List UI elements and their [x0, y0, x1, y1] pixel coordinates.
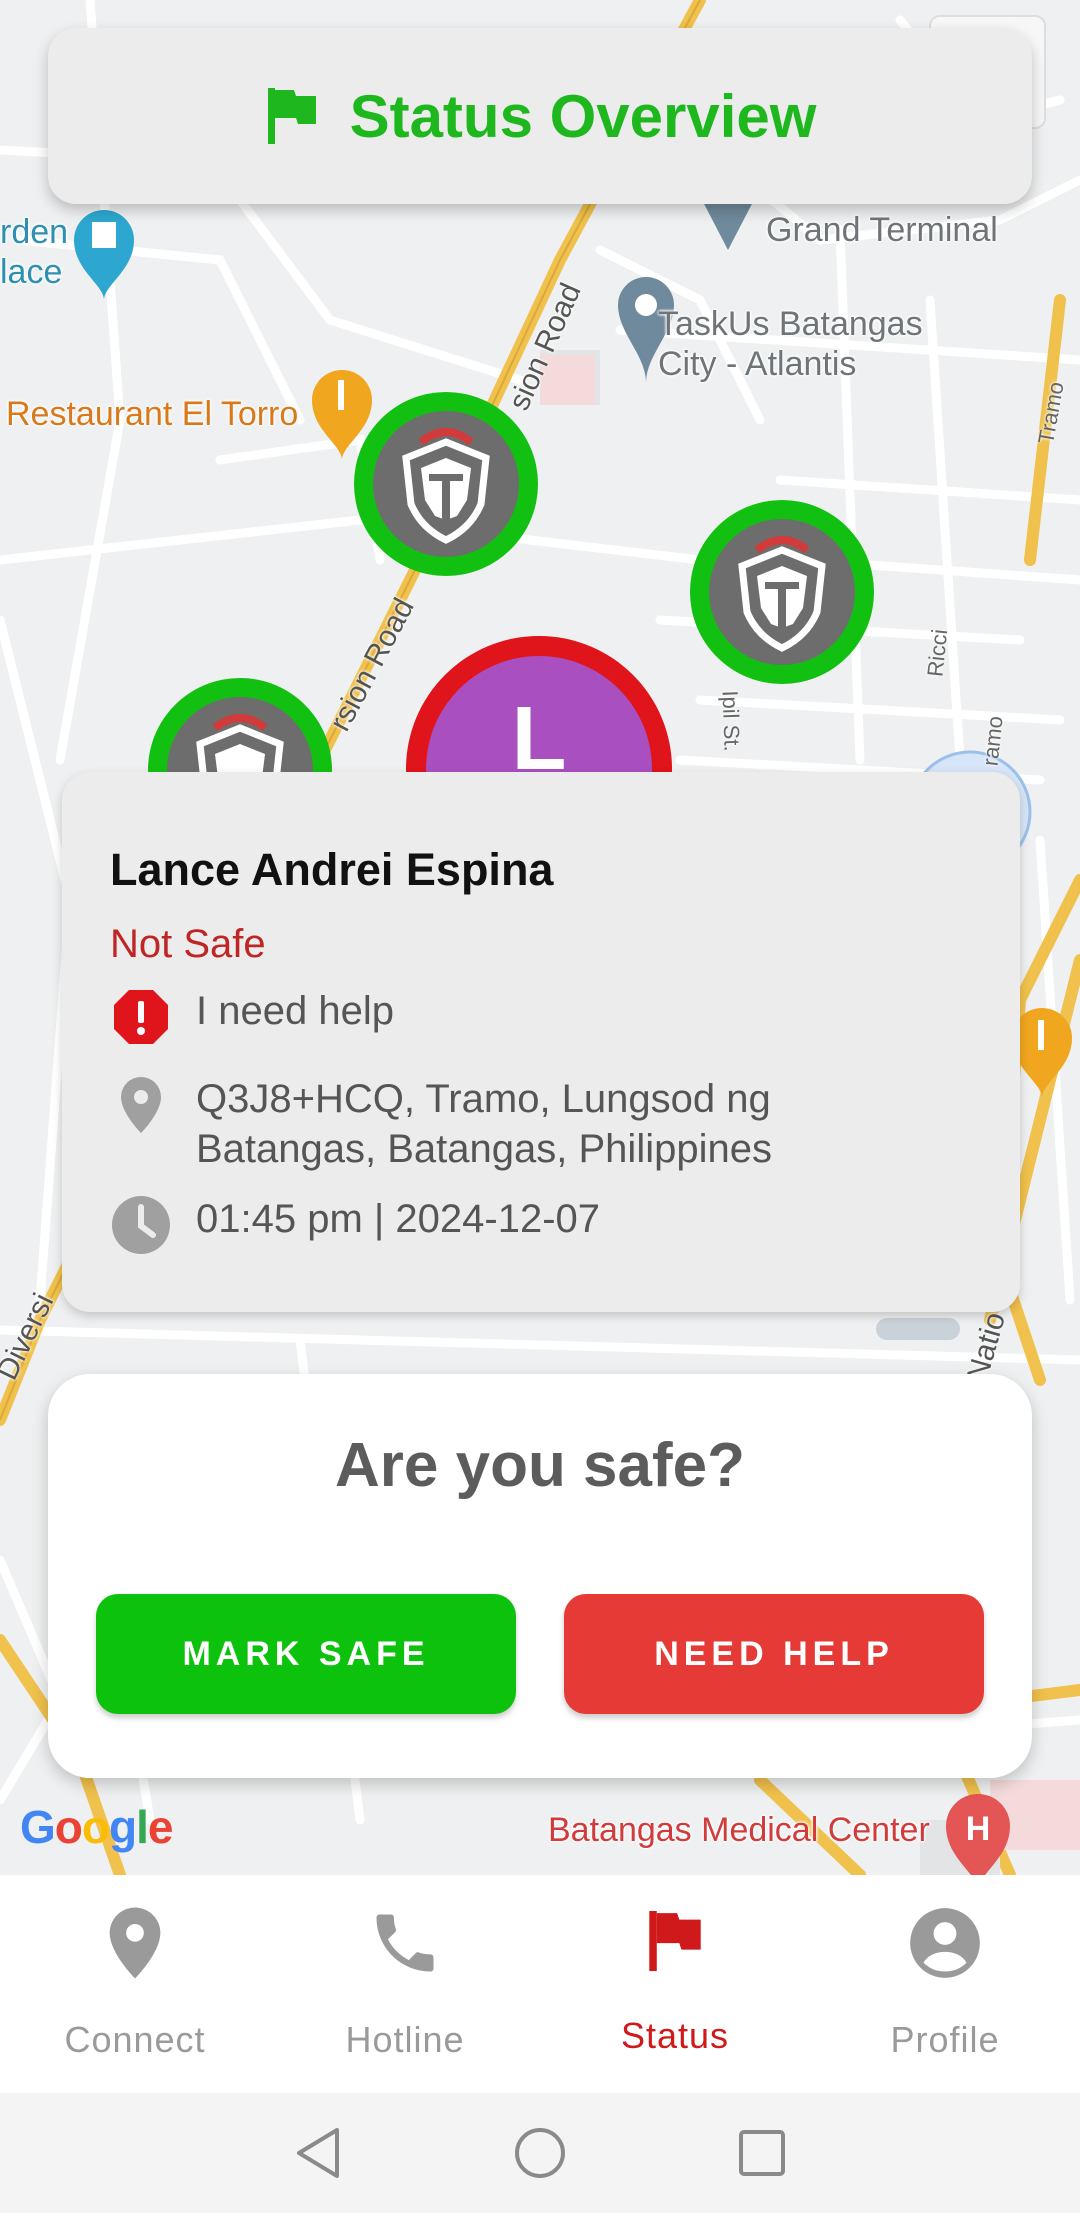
- road-label-ipil: Ipil St.: [717, 689, 745, 752]
- road-label-ricci: Ricci: [922, 627, 953, 678]
- map-label-terminal: Grand Terminal: [766, 211, 998, 249]
- nav-item-profile[interactable]: Profile: [810, 1875, 1080, 2093]
- flag-icon: [267, 88, 316, 144]
- recents-icon[interactable]: [737, 2128, 787, 2178]
- bottom-navigation: Connect Hotline Status Profile: [0, 1875, 1080, 2093]
- location-pin-icon: [109, 1907, 161, 1979]
- safety-question: Are you safe?: [334, 1431, 746, 1500]
- status-badge: Not Safe: [110, 922, 266, 966]
- map-label-garden: rden lace: [0, 213, 69, 291]
- clock-icon: [110, 1194, 172, 1256]
- mark-safe-button[interactable]: MARK SAFE: [96, 1594, 516, 1714]
- home-icon[interactable]: [513, 2126, 567, 2180]
- nav-item-status[interactable]: Status: [540, 1875, 810, 2093]
- helmet-shield-icon: [738, 536, 826, 652]
- datetime-text: 01:45 pm | 2024-12-07: [196, 1197, 601, 1241]
- svg-text:H: H: [966, 1810, 991, 1848]
- safety-check-card: Are you safe? MARK SAFE NEED HELP: [48, 1374, 1032, 1778]
- alert-octagon-icon: [110, 986, 172, 1048]
- nav-item-connect[interactable]: Connect: [0, 1875, 270, 2093]
- phone-icon: [376, 1914, 434, 1972]
- need-help-button[interactable]: NEED HELP: [564, 1594, 984, 1714]
- address-row: Q3J8+HCQ, Tramo, Lungsod ng Batangas, Ba…: [110, 1074, 974, 1174]
- system-navigation-bar: [0, 2093, 1080, 2213]
- nav-label: Connect: [64, 2019, 206, 2060]
- status-message: I need help: [196, 989, 394, 1033]
- back-icon[interactable]: [293, 2126, 343, 2180]
- map-label-restaurant: Restaurant El Torro: [6, 395, 299, 433]
- user-marker[interactable]: [354, 392, 538, 576]
- address-text: Q3J8+HCQ, Tramo, Lungsod ng Batangas, Ba…: [196, 1077, 772, 1171]
- map-label-taskus: TaskUs Batangas City - Atlantis: [658, 305, 923, 383]
- flag-icon: [649, 1911, 701, 1971]
- nav-item-hotline[interactable]: Hotline: [270, 1875, 540, 2093]
- user-marker[interactable]: [690, 500, 874, 684]
- page-title: Status Overview: [349, 82, 817, 150]
- nav-label: Status: [620, 2015, 730, 2056]
- road-label-tramo: ramo: [977, 714, 1008, 768]
- user-info-card: Lance Andrei Espina Not Safe I need help…: [62, 772, 1020, 1312]
- account-icon: [910, 1908, 980, 1978]
- google-logo: Google: [20, 1801, 173, 1853]
- app-screen: H rden lace Grand Terminal TaskUs Batang…: [0, 0, 1080, 2213]
- helmet-shield-icon: [402, 428, 490, 544]
- user-name: Lance Andrei Espina: [110, 844, 554, 895]
- message-row: I need help: [110, 986, 974, 1048]
- location-pin-icon: [110, 1074, 172, 1136]
- datetime-row: 01:45 pm | 2024-12-07: [110, 1194, 974, 1256]
- map-label-medical-center: Batangas Medical Center: [548, 1811, 930, 1849]
- nav-label: Hotline: [345, 2019, 465, 2060]
- nav-label: Profile: [890, 2019, 1000, 2060]
- status-overview-header: Status Overview: [48, 28, 1032, 204]
